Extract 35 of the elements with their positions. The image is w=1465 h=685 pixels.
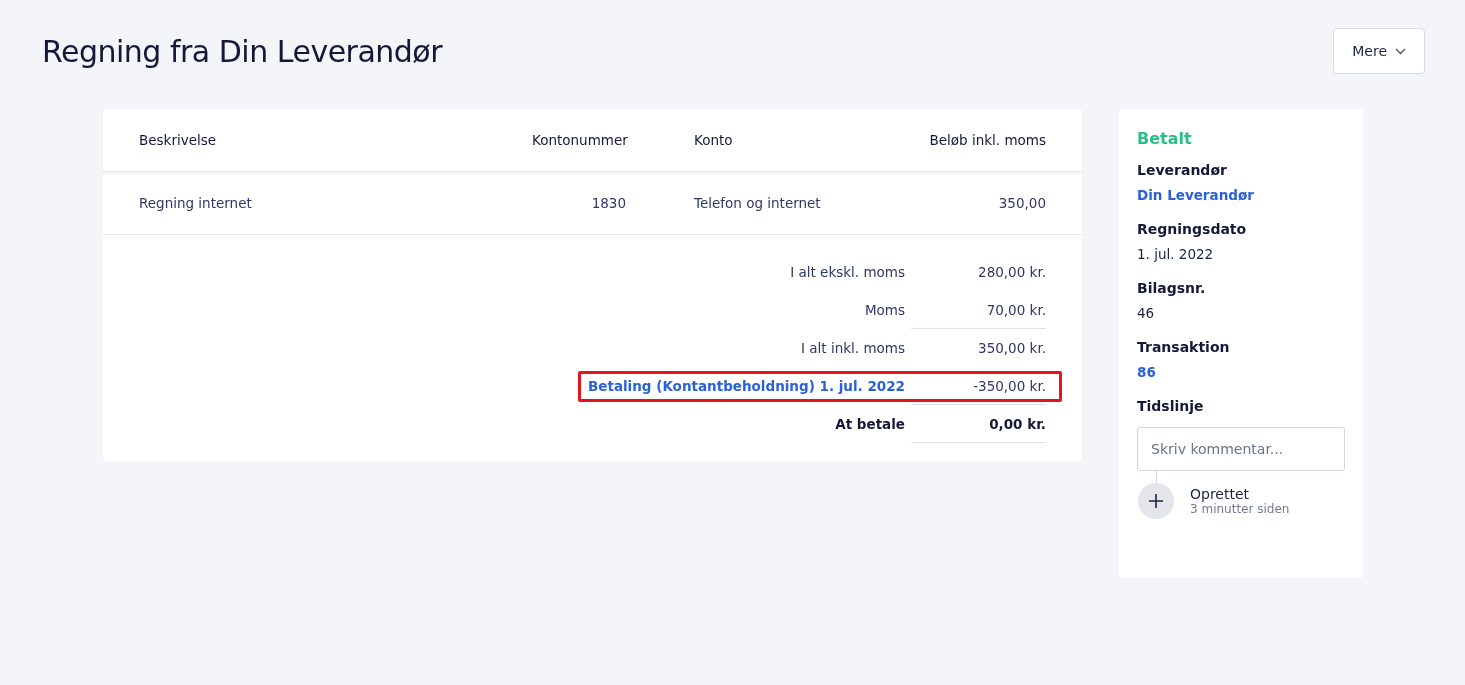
summary-value: 0,00 kr. bbox=[911, 405, 1046, 443]
page-title: Regning fra Din Leverandør bbox=[42, 33, 443, 69]
event-time: 3 minutter siden bbox=[1190, 502, 1290, 516]
payment-link[interactable]: Betaling (Kontantbeholdning) 1. jul. 2022 bbox=[588, 378, 911, 394]
field-label: Regningsdato bbox=[1137, 221, 1248, 237]
field-label: Transaktion bbox=[1137, 339, 1231, 355]
column-header: Beløb inkl. moms bbox=[928, 132, 1047, 148]
chevron-down-icon bbox=[1395, 47, 1406, 55]
field-label: Leverandør bbox=[1137, 162, 1228, 178]
comment-field[interactable]: Skriv kommentar... bbox=[1137, 427, 1345, 471]
field-link[interactable]: 86 bbox=[1137, 364, 1345, 380]
column-header: Kontonummer bbox=[532, 132, 629, 148]
summary-value: 70,00 kr. bbox=[911, 291, 1046, 329]
field-link[interactable]: Din Leverandør bbox=[1137, 187, 1345, 203]
summary-label: I alt ekskl. moms bbox=[790, 264, 906, 280]
column-header: Beskrivelse bbox=[138, 132, 218, 148]
status-label: Betalt bbox=[1137, 129, 1193, 148]
summary-label: I alt inkl. moms bbox=[801, 340, 906, 356]
plus-icon bbox=[1138, 483, 1174, 519]
summary-label: Moms bbox=[864, 302, 906, 318]
field-value: 1. jul. 2022 bbox=[1137, 246, 1215, 262]
column-header: Konto bbox=[693, 132, 734, 148]
table-cell-text: Regning internet bbox=[138, 195, 253, 211]
event-title: Oprettet bbox=[1190, 486, 1251, 502]
field-value: 46 bbox=[1137, 305, 1156, 321]
table-cell-text: 1830 bbox=[590, 195, 627, 211]
table-cell-text: 350,00 bbox=[997, 195, 1047, 211]
timeline-heading: Tidslinje bbox=[1137, 398, 1205, 414]
summary-value: -350,00 kr. bbox=[911, 367, 1046, 405]
summary-value: 280,00 kr. bbox=[977, 263, 1046, 282]
summary-label: At betale bbox=[835, 416, 906, 432]
table-cell-text: Telefon og internet bbox=[693, 195, 822, 211]
summary-value: 350,00 kr. bbox=[977, 339, 1046, 358]
field-label: Bilagsnr. bbox=[1137, 280, 1207, 296]
more-button[interactable]: Mere bbox=[1333, 28, 1425, 74]
